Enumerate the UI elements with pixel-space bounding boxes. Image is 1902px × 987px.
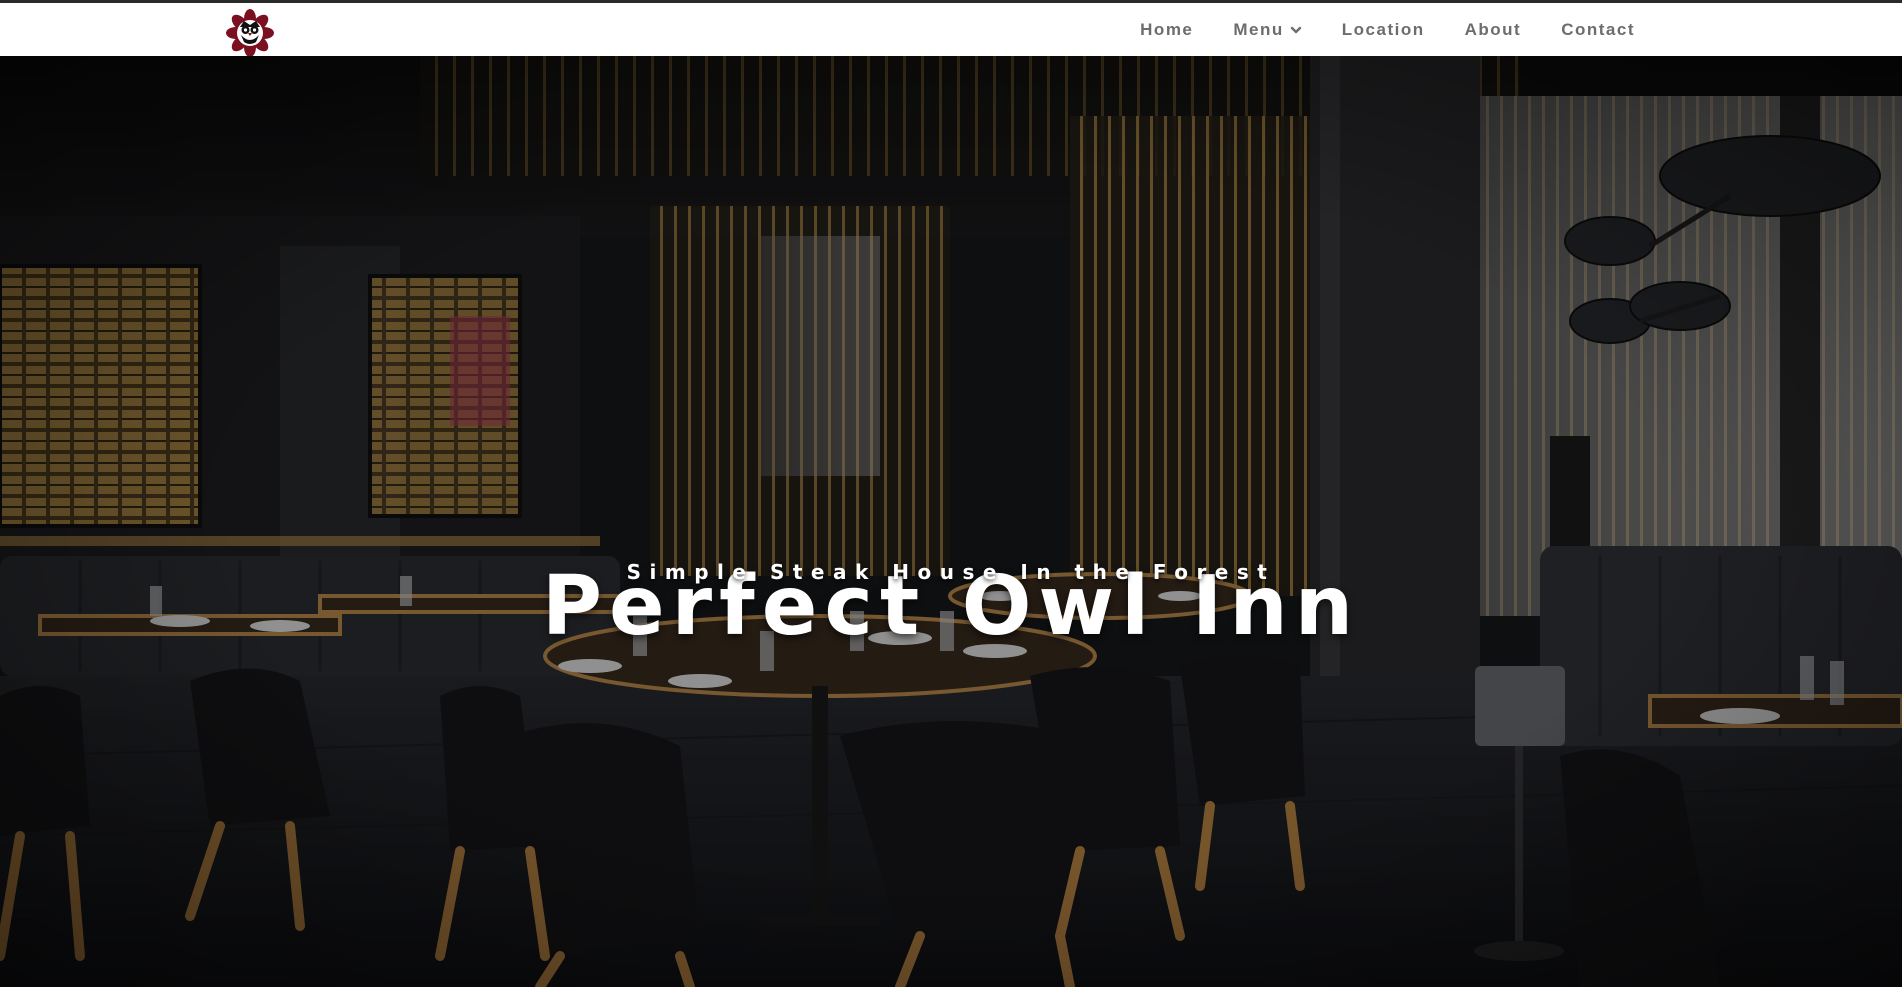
- nav-location-link[interactable]: Location: [1322, 3, 1445, 56]
- nav-contact-link[interactable]: Contact: [1541, 3, 1655, 56]
- chevron-down-icon: [1290, 26, 1301, 33]
- hero-section: Perfect Owl Inn Simple Steak House In th…: [0, 56, 1902, 987]
- nav-home-label: Home: [1140, 19, 1194, 39]
- main-navigation: Home Menu Location About Contact: [1120, 3, 1655, 56]
- nav-menu-dropdown[interactable]: Menu: [1213, 3, 1321, 56]
- nav-contact-label: Contact: [1561, 19, 1635, 39]
- owl-logo-icon[interactable]: [226, 9, 274, 57]
- nav-about-label: About: [1464, 19, 1522, 39]
- restaurant-interior-image: [0, 56, 1902, 987]
- hero-subtitle: Simple Steak House In the Forest: [626, 560, 1276, 584]
- nav-location-label: Location: [1341, 19, 1425, 39]
- nav-about-link[interactable]: About: [1445, 3, 1542, 56]
- nav-home-link[interactable]: Home: [1120, 3, 1213, 56]
- nav-menu-label: Menu: [1233, 19, 1284, 39]
- navbar: Home Menu Location About Contact: [0, 3, 1902, 57]
